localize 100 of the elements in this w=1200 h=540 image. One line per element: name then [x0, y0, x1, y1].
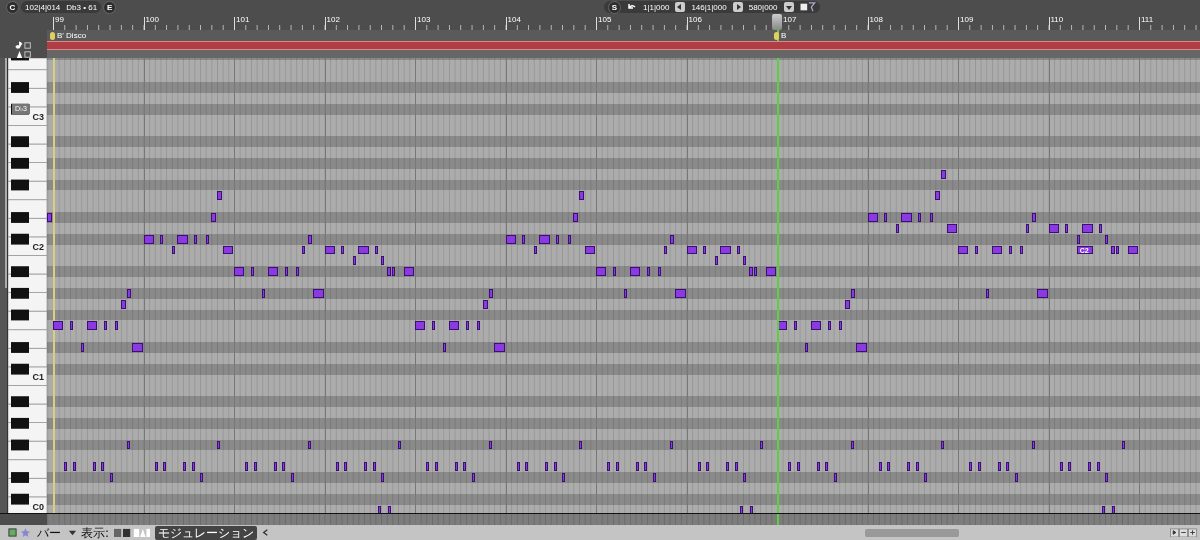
- loop-start-line[interactable]: [53, 58, 56, 513]
- midi-note[interactable]: [584, 245, 595, 255]
- midi-note[interactable]: [1082, 223, 1093, 233]
- bar-number: 108: [869, 15, 883, 24]
- midi-note[interactable]: [86, 321, 98, 331]
- marker-pin-icon[interactable]: [50, 31, 55, 40]
- midi-note[interactable]: [974, 245, 978, 255]
- midi-note[interactable]: [126, 440, 130, 450]
- c-button[interactable]: C: [6, 0, 19, 14]
- midi-note[interactable]: [810, 321, 822, 331]
- midi-note[interactable]: [69, 321, 73, 331]
- midi-note[interactable]: [991, 245, 1003, 255]
- s-button[interactable]: S: [608, 0, 621, 14]
- horizontal-scroll-thumb[interactable]: [865, 529, 959, 537]
- midi-note[interactable]: [211, 213, 217, 222]
- midi-note[interactable]: [573, 213, 579, 222]
- midi-note[interactable]: [941, 169, 946, 179]
- octave-label: C1: [32, 372, 44, 384]
- midi-note[interactable]: [217, 440, 221, 450]
- midi-note[interactable]: [596, 267, 607, 277]
- midi-note[interactable]: [403, 267, 414, 277]
- controller-dropdown[interactable]: モジュレーション: [155, 525, 258, 540]
- midi-note[interactable]: [624, 288, 628, 298]
- midi-note[interactable]: [1122, 440, 1126, 450]
- midi-note[interactable]: [946, 223, 957, 233]
- bar-number: 111: [1141, 15, 1154, 24]
- pitch-readout: Db3 • 61: [66, 2, 98, 12]
- midi-note[interactable]: [307, 440, 311, 450]
- midi-note[interactable]: [431, 321, 435, 331]
- midi-note[interactable]: [222, 245, 233, 255]
- e-button[interactable]: E: [103, 0, 117, 14]
- view-dropdown[interactable]: バー: [34, 525, 64, 540]
- midi-note[interactable]: [579, 191, 584, 201]
- bar-number: 103: [417, 15, 431, 24]
- length-readout: 580|000: [748, 2, 778, 12]
- midi-note[interactable]: [686, 245, 697, 255]
- bar-number: 101: [236, 15, 250, 24]
- midi-note[interactable]: [1037, 288, 1048, 298]
- bar-number: 102: [326, 15, 340, 24]
- bar-number: 106: [688, 15, 702, 24]
- midi-note[interactable]: [629, 267, 641, 277]
- midi-note[interactable]: [505, 234, 516, 244]
- midi-note[interactable]: [669, 440, 673, 450]
- marker-pin-icon[interactable]: [774, 31, 779, 40]
- midi-note[interactable]: [765, 267, 776, 277]
- midi-note[interactable]: [81, 343, 85, 352]
- midi-note[interactable]: [488, 440, 492, 450]
- octave-label: C2: [32, 242, 44, 254]
- midi-note[interactable]: [867, 213, 878, 222]
- display-mode-icon[interactable]: [113, 528, 152, 537]
- midi-note[interactable]: [250, 267, 254, 277]
- midi-note[interactable]: [793, 321, 797, 331]
- bar-number: 107: [783, 15, 797, 24]
- bar-number: 99: [55, 15, 64, 24]
- midi-note[interactable]: [958, 245, 969, 255]
- midi-note[interactable]: [612, 267, 616, 277]
- dropdown-icon[interactable]: [783, 2, 794, 12]
- midi-note[interactable]: [143, 234, 154, 244]
- octave-label: C0: [32, 502, 44, 513]
- midi-note[interactable]: [935, 191, 941, 201]
- midi-note[interactable]: [398, 440, 402, 450]
- midi-note[interactable]: [720, 245, 731, 255]
- midi-note[interactable]: [177, 234, 188, 244]
- midi-note[interactable]: [443, 343, 447, 352]
- midi-note[interactable]: [539, 234, 550, 244]
- bar-number: 105: [598, 15, 612, 24]
- octave-label: C3: [32, 112, 44, 124]
- midi-note[interactable]: [448, 321, 460, 331]
- midi-note[interactable]: [234, 267, 245, 277]
- star-icon[interactable]: [21, 528, 30, 537]
- midi-note[interactable]: [358, 245, 369, 255]
- midi-note[interactable]: [1127, 245, 1138, 255]
- midi-note[interactable]: [1048, 223, 1059, 233]
- midi-note[interactable]: [850, 440, 854, 450]
- start-readout: 1|1|000: [643, 2, 670, 12]
- bar-number: 104: [507, 15, 521, 24]
- undo-icon[interactable]: [627, 2, 637, 12]
- midi-note[interactable]: [262, 288, 266, 298]
- marker-label: B: [781, 31, 787, 40]
- midi-note[interactable]: [941, 440, 945, 450]
- midi-note[interactable]: [53, 321, 64, 331]
- midi-note[interactable]: [805, 343, 809, 352]
- midi-note[interactable]: [217, 191, 222, 201]
- midi-note[interactable]: [986, 288, 990, 298]
- note-icon[interactable]: [13, 41, 34, 50]
- midi-note[interactable]: [313, 288, 324, 298]
- midi-note[interactable]: [415, 321, 426, 331]
- playhead-handle[interactable]: [772, 14, 782, 30]
- midi-note[interactable]: [267, 267, 279, 277]
- midi-note[interactable]: [1031, 440, 1035, 450]
- vertical-scrollbar[interactable]: [0, 58, 8, 513]
- midi-note[interactable]: [760, 440, 764, 450]
- bar-number: 110: [1050, 15, 1064, 24]
- caret-icon[interactable]: [68, 528, 77, 537]
- piano-keyboard-drawing[interactable]: [8, 58, 47, 513]
- zoom-buttons-icon[interactable]: [1170, 528, 1198, 537]
- midi-note[interactable]: [324, 245, 335, 255]
- midi-note[interactable]: [675, 288, 686, 298]
- midi-note[interactable]: [579, 440, 583, 450]
- cursor-icon[interactable]: [799, 2, 816, 12]
